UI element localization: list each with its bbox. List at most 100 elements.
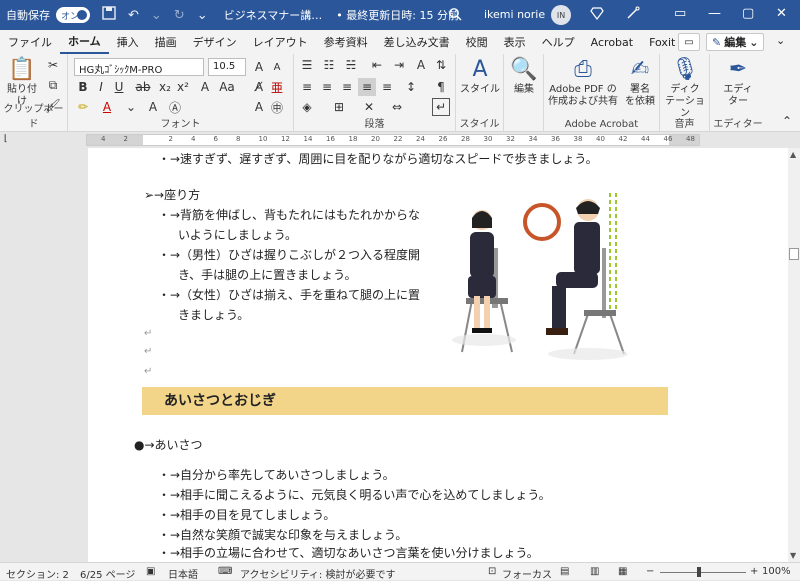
- focus-icon[interactable]: ⊡: [488, 566, 496, 577]
- request-signature-button[interactable]: ✍ 署名 を依頼: [620, 56, 660, 108]
- tab-mailings[interactable]: 差し込み文書: [376, 30, 458, 54]
- char-border-icon[interactable]: A: [250, 98, 268, 116]
- read-mode-icon[interactable]: ▤: [560, 566, 569, 577]
- qat-more-icon[interactable]: ⌄: [197, 8, 208, 23]
- tab-insert[interactable]: 挿入: [109, 30, 147, 54]
- status-zoom[interactable]: 100%: [762, 566, 791, 577]
- status-focus[interactable]: フォーカス: [502, 566, 552, 581]
- undo-icon[interactable]: ↶: [128, 8, 139, 23]
- bold-icon[interactable]: B: [74, 78, 92, 96]
- justify-icon[interactable]: ≡: [358, 78, 376, 96]
- scroll-down-icon[interactable]: ▼: [790, 551, 796, 560]
- italic-icon[interactable]: I: [92, 78, 110, 96]
- numbering-icon[interactable]: ☷: [320, 56, 338, 74]
- distribute-icon[interactable]: ≡: [378, 78, 396, 96]
- saved-status[interactable]: • 最終更新日時: 15 分前: [336, 7, 459, 23]
- align-center-icon[interactable]: ≡: [318, 78, 336, 96]
- dictate-button[interactable]: 🎙 ディク テーション: [662, 56, 708, 120]
- print-layout-icon[interactable]: ▥: [590, 566, 599, 577]
- zoom-out-icon[interactable]: −: [646, 566, 654, 577]
- highlight-icon[interactable]: ✏: [74, 98, 92, 116]
- borders-icon[interactable]: ⊞: [330, 98, 348, 116]
- shrink-font-icon[interactable]: A: [268, 58, 286, 76]
- grow-font-icon[interactable]: A: [250, 58, 268, 76]
- close-icon[interactable]: ✕: [776, 6, 787, 21]
- maximize-icon[interactable]: ▢: [742, 6, 754, 21]
- phonetic-icon[interactable]: 亜: [268, 78, 286, 96]
- zoom-slider-thumb[interactable]: [697, 567, 701, 577]
- subscript-icon[interactable]: x₂: [156, 78, 174, 96]
- tab-layout[interactable]: レイアウト: [245, 30, 316, 54]
- document-title[interactable]: ビジネスマナー講…: [224, 7, 323, 23]
- tab-draw[interactable]: 描画: [147, 30, 185, 54]
- minimize-icon[interactable]: —: [708, 6, 721, 21]
- decrease-indent-icon[interactable]: ⇤: [368, 56, 386, 74]
- editing-mode-button[interactable]: ✎ 編集 ⌄: [706, 33, 765, 51]
- collapse-ribbon-icon[interactable]: ⌃: [778, 112, 796, 130]
- char-shading-icon[interactable]: A: [144, 98, 162, 116]
- vertical-scrollbar[interactable]: ▲ ▼: [788, 148, 800, 562]
- designer-pen-icon[interactable]: [626, 6, 640, 24]
- scroll-up-icon[interactable]: ▲: [790, 150, 796, 159]
- tab-view[interactable]: 表示: [496, 30, 534, 54]
- enclosed-char-icon[interactable]: ㊥: [268, 98, 286, 116]
- cut-icon[interactable]: ✂: [44, 56, 62, 74]
- status-page[interactable]: 6/25 ページ: [80, 566, 135, 581]
- zoom-in-icon[interactable]: +: [750, 566, 758, 577]
- case-icon[interactable]: Aa: [218, 78, 236, 96]
- font-color-icon[interactable]: A: [98, 98, 116, 116]
- tab-references[interactable]: 参考資料: [316, 30, 376, 54]
- undo-dropdown-icon[interactable]: ⌄: [151, 8, 162, 23]
- line-spacing-icon[interactable]: ↕: [402, 78, 420, 96]
- underline-icon[interactable]: U: [110, 78, 128, 96]
- search-icon[interactable]: [448, 7, 462, 25]
- user-name[interactable]: ikemi norie: [484, 8, 545, 21]
- user-avatar[interactable]: IN: [551, 5, 571, 25]
- horizontal-ruler[interactable]: 4 2 2 4 6 8 10 12 14 16 18 20 22 24 26 28 30 32 34 36 38 40 42…: [86, 134, 700, 146]
- ribbon-more-icon[interactable]: ⌄: [776, 34, 785, 47]
- tab-design[interactable]: デザイン: [185, 30, 245, 54]
- redo-icon[interactable]: ↻: [174, 8, 185, 23]
- text-predictions-icon[interactable]: ⌨: [218, 566, 232, 577]
- asian-layout-icon[interactable]: ✕: [360, 98, 378, 116]
- font-color-dropdown-icon[interactable]: ⌄: [122, 98, 140, 116]
- tab-help[interactable]: ヘルプ: [534, 30, 583, 54]
- document-page[interactable]: ・→速すぎず、遅すぎず、周囲に目を配りながら適切なスピードで歩きましょう。 ➢→…: [88, 148, 788, 562]
- status-language[interactable]: 日本語: [168, 566, 198, 581]
- font-size-select[interactable]: 10.5: [208, 58, 246, 76]
- paragraph-mark-icon[interactable]: ↵: [432, 98, 450, 116]
- strikethrough-icon[interactable]: ab: [134, 78, 152, 96]
- proofing-icon[interactable]: ▣: [146, 566, 155, 577]
- editor-button[interactable]: ✒ エディ ター: [714, 56, 762, 108]
- font-name-select[interactable]: HG丸ｺﾞｼｯｸM-PRO: [74, 58, 204, 76]
- tab-review[interactable]: 校閲: [458, 30, 496, 54]
- zoom-slider[interactable]: [660, 572, 746, 573]
- autosave-toggle[interactable]: オン: [56, 7, 90, 23]
- tab-selector-icon[interactable]: ⌊: [4, 134, 8, 144]
- styles-button[interactable]: A スタイル: [460, 56, 500, 96]
- shading-icon[interactable]: ◈: [298, 98, 316, 116]
- tab-file[interactable]: ファイル: [0, 30, 60, 54]
- status-accessibility[interactable]: アクセシビリティ: 検討が必要です: [240, 566, 395, 581]
- superscript-icon[interactable]: x²: [174, 78, 192, 96]
- create-pdf-button[interactable]: ⎙ Adobe PDF の 作成および共有: [548, 56, 618, 108]
- align-left-icon[interactable]: ≡: [298, 78, 316, 96]
- align-right-icon[interactable]: ≡: [338, 78, 356, 96]
- web-layout-icon[interactable]: ▦: [618, 566, 627, 577]
- comments-button[interactable]: ▭: [678, 33, 700, 51]
- clear-format-icon[interactable]: A̸: [250, 78, 268, 96]
- enclose-chars-icon[interactable]: Ⓐ: [166, 98, 184, 116]
- find-button[interactable]: 🔍 編集: [508, 56, 540, 96]
- copy-icon[interactable]: ⧉: [44, 76, 62, 94]
- tab-home[interactable]: ホーム: [60, 30, 109, 54]
- char-spacing-icon[interactable]: ⇔: [388, 98, 406, 116]
- increase-indent-icon[interactable]: ⇥: [390, 56, 408, 74]
- sort-icon[interactable]: ⇅: [432, 56, 450, 74]
- save-icon[interactable]: [102, 6, 116, 24]
- ribbon-display-icon[interactable]: ▭: [674, 6, 686, 21]
- multilevel-icon[interactable]: ☵: [342, 56, 360, 74]
- premium-diamond-icon[interactable]: [590, 6, 604, 24]
- text-direction-icon[interactable]: A: [412, 56, 430, 74]
- text-effects-icon[interactable]: A: [196, 78, 214, 96]
- status-section[interactable]: セクション: 2: [6, 566, 69, 581]
